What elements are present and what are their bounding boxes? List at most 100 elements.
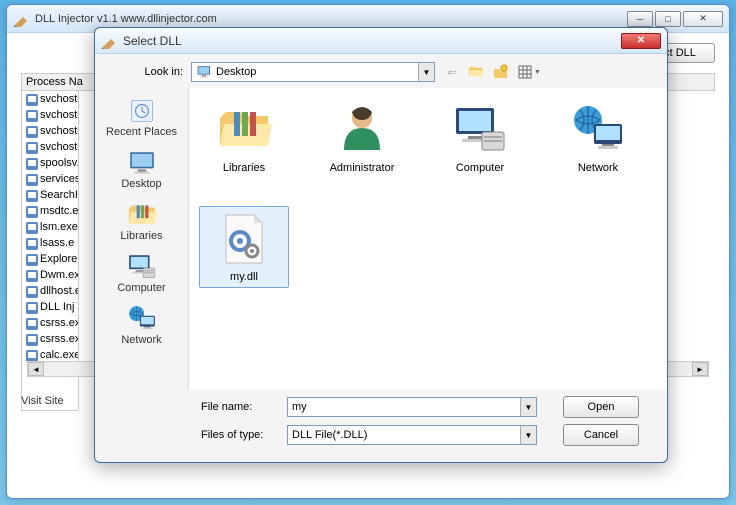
file-item-label: Libraries <box>223 162 265 174</box>
process-item[interactable]: dllhost.e <box>22 283 78 299</box>
places-item-network[interactable]: Network <box>97 300 187 352</box>
process-icon <box>24 92 38 106</box>
file-item-libraries[interactable]: Libraries <box>199 98 289 178</box>
process-item[interactable]: csrss.ex <box>22 331 78 347</box>
user-icon <box>334 102 390 158</box>
process-item[interactable]: SearchI <box>22 187 78 203</box>
place-icon <box>124 252 160 282</box>
process-name: csrss.ex <box>40 317 78 329</box>
open-button[interactable]: Open <box>563 396 639 418</box>
visit-site-link[interactable]: Visit Site <box>21 395 64 407</box>
process-item[interactable]: msdtc.e <box>22 203 78 219</box>
new-folder-button[interactable] <box>491 63 509 81</box>
process-item[interactable]: svchost <box>22 139 78 155</box>
up-one-level-button[interactable] <box>467 63 485 81</box>
process-icon <box>24 172 38 186</box>
process-icon <box>24 316 38 330</box>
process-icon <box>24 268 38 282</box>
process-item[interactable]: csrss.ex <box>22 315 78 331</box>
scroll-left-arrow[interactable]: ◄ <box>28 362 44 376</box>
process-icon <box>24 348 38 362</box>
dialog-title: Select DLL <box>123 34 621 48</box>
process-icon <box>24 252 38 266</box>
process-name: SearchI <box>40 189 78 201</box>
process-item[interactable]: svchost <box>22 123 78 139</box>
process-name: DLL Inj <box>40 301 74 313</box>
process-name: csrss.ex <box>40 333 78 345</box>
process-name: spoolsv. <box>40 157 78 169</box>
process-name: Dwm.ex <box>40 269 78 281</box>
place-label: Desktop <box>121 178 161 190</box>
place-icon <box>124 304 160 334</box>
places-item-computer[interactable]: Computer <box>97 248 187 300</box>
filename-value: my <box>292 401 307 413</box>
dropdown-arrow-icon[interactable]: ▼ <box>520 426 536 444</box>
process-name: calc.exe <box>40 349 78 361</box>
process-icon <box>24 204 38 218</box>
process-icon <box>24 220 38 234</box>
cancel-button[interactable]: Cancel <box>563 424 639 446</box>
network-icon <box>570 102 626 158</box>
file-item-network[interactable]: Network <box>553 98 643 178</box>
process-icon <box>24 156 38 170</box>
file-item-administrator[interactable]: Administrator <box>317 98 407 178</box>
process-item[interactable]: Explore <box>22 251 78 267</box>
filename-label: File name: <box>201 401 279 413</box>
process-icon <box>24 236 38 250</box>
file-item-label: Network <box>578 162 618 174</box>
file-item-label: Administrator <box>330 162 395 174</box>
process-icon <box>24 140 38 154</box>
process-item[interactable]: Dwm.ex <box>22 267 78 283</box>
file-item-my-dll[interactable]: my.dll <box>199 206 289 288</box>
desktop-icon <box>196 64 212 80</box>
places-item-recent-places[interactable]: Recent Places <box>97 92 187 144</box>
back-button[interactable]: ⇐ <box>443 63 461 81</box>
process-icon <box>24 332 38 346</box>
dialog-titlebar[interactable]: Select DLL ✕ <box>95 28 667 54</box>
process-icon <box>24 124 38 138</box>
libraries-icon <box>216 102 272 158</box>
open-file-dialog: Select DLL ✕ Look in: Desktop ▼ ⇐ ▼ <box>94 27 668 463</box>
process-item[interactable]: services <box>22 171 78 187</box>
process-item[interactable]: spoolsv. <box>22 155 78 171</box>
filetype-label: Files of type: <box>201 429 279 441</box>
view-menu-button[interactable]: ▼ <box>515 63 543 81</box>
computer-icon <box>452 102 508 158</box>
filetype-value: DLL File(*.DLL) <box>292 429 367 441</box>
process-name: lsm.exe <box>40 221 78 233</box>
process-icon <box>24 188 38 202</box>
lookin-dropdown[interactable]: Desktop ▼ <box>191 62 435 82</box>
place-label: Computer <box>117 282 165 294</box>
process-item[interactable]: lsass.e <box>22 235 78 251</box>
dialog-close-button[interactable]: ✕ <box>621 33 661 49</box>
process-name: services <box>40 173 78 185</box>
app-icon <box>13 11 29 27</box>
process-icon <box>24 108 38 122</box>
place-label: Recent Places <box>106 126 177 138</box>
places-item-desktop[interactable]: Desktop <box>97 144 187 196</box>
place-label: Network <box>121 334 161 346</box>
place-icon <box>124 200 160 230</box>
places-item-libraries[interactable]: Libraries <box>97 196 187 248</box>
process-name: svchost <box>40 93 77 105</box>
lookin-value: Desktop <box>216 66 256 78</box>
place-label: Libraries <box>120 230 162 242</box>
process-item[interactable]: lsm.exe <box>22 219 78 235</box>
minimize-button[interactable]: ─ <box>627 11 653 27</box>
file-item-computer[interactable]: Computer <box>435 98 525 178</box>
maximize-button[interactable]: □ <box>655 11 681 27</box>
filename-input[interactable]: my ▼ <box>287 397 537 417</box>
close-button[interactable]: ✕ <box>683 11 723 27</box>
process-name: svchost <box>40 141 77 153</box>
dropdown-arrow-icon[interactable]: ▼ <box>520 398 536 416</box>
process-icon <box>24 284 38 298</box>
process-item[interactable]: DLL Inj <box>22 299 78 315</box>
process-item[interactable]: svchost <box>22 107 78 123</box>
dropdown-arrow-icon: ▼ <box>418 63 434 81</box>
scroll-right-arrow[interactable]: ► <box>692 362 708 376</box>
process-name: svchost <box>40 109 77 121</box>
file-list-area[interactable]: Libraries Administrator Computer Network my.… <box>189 88 667 390</box>
filetype-dropdown[interactable]: DLL File(*.DLL) ▼ <box>287 425 537 445</box>
process-name: lsass.e <box>40 237 74 249</box>
process-item[interactable]: svchost <box>22 91 78 107</box>
